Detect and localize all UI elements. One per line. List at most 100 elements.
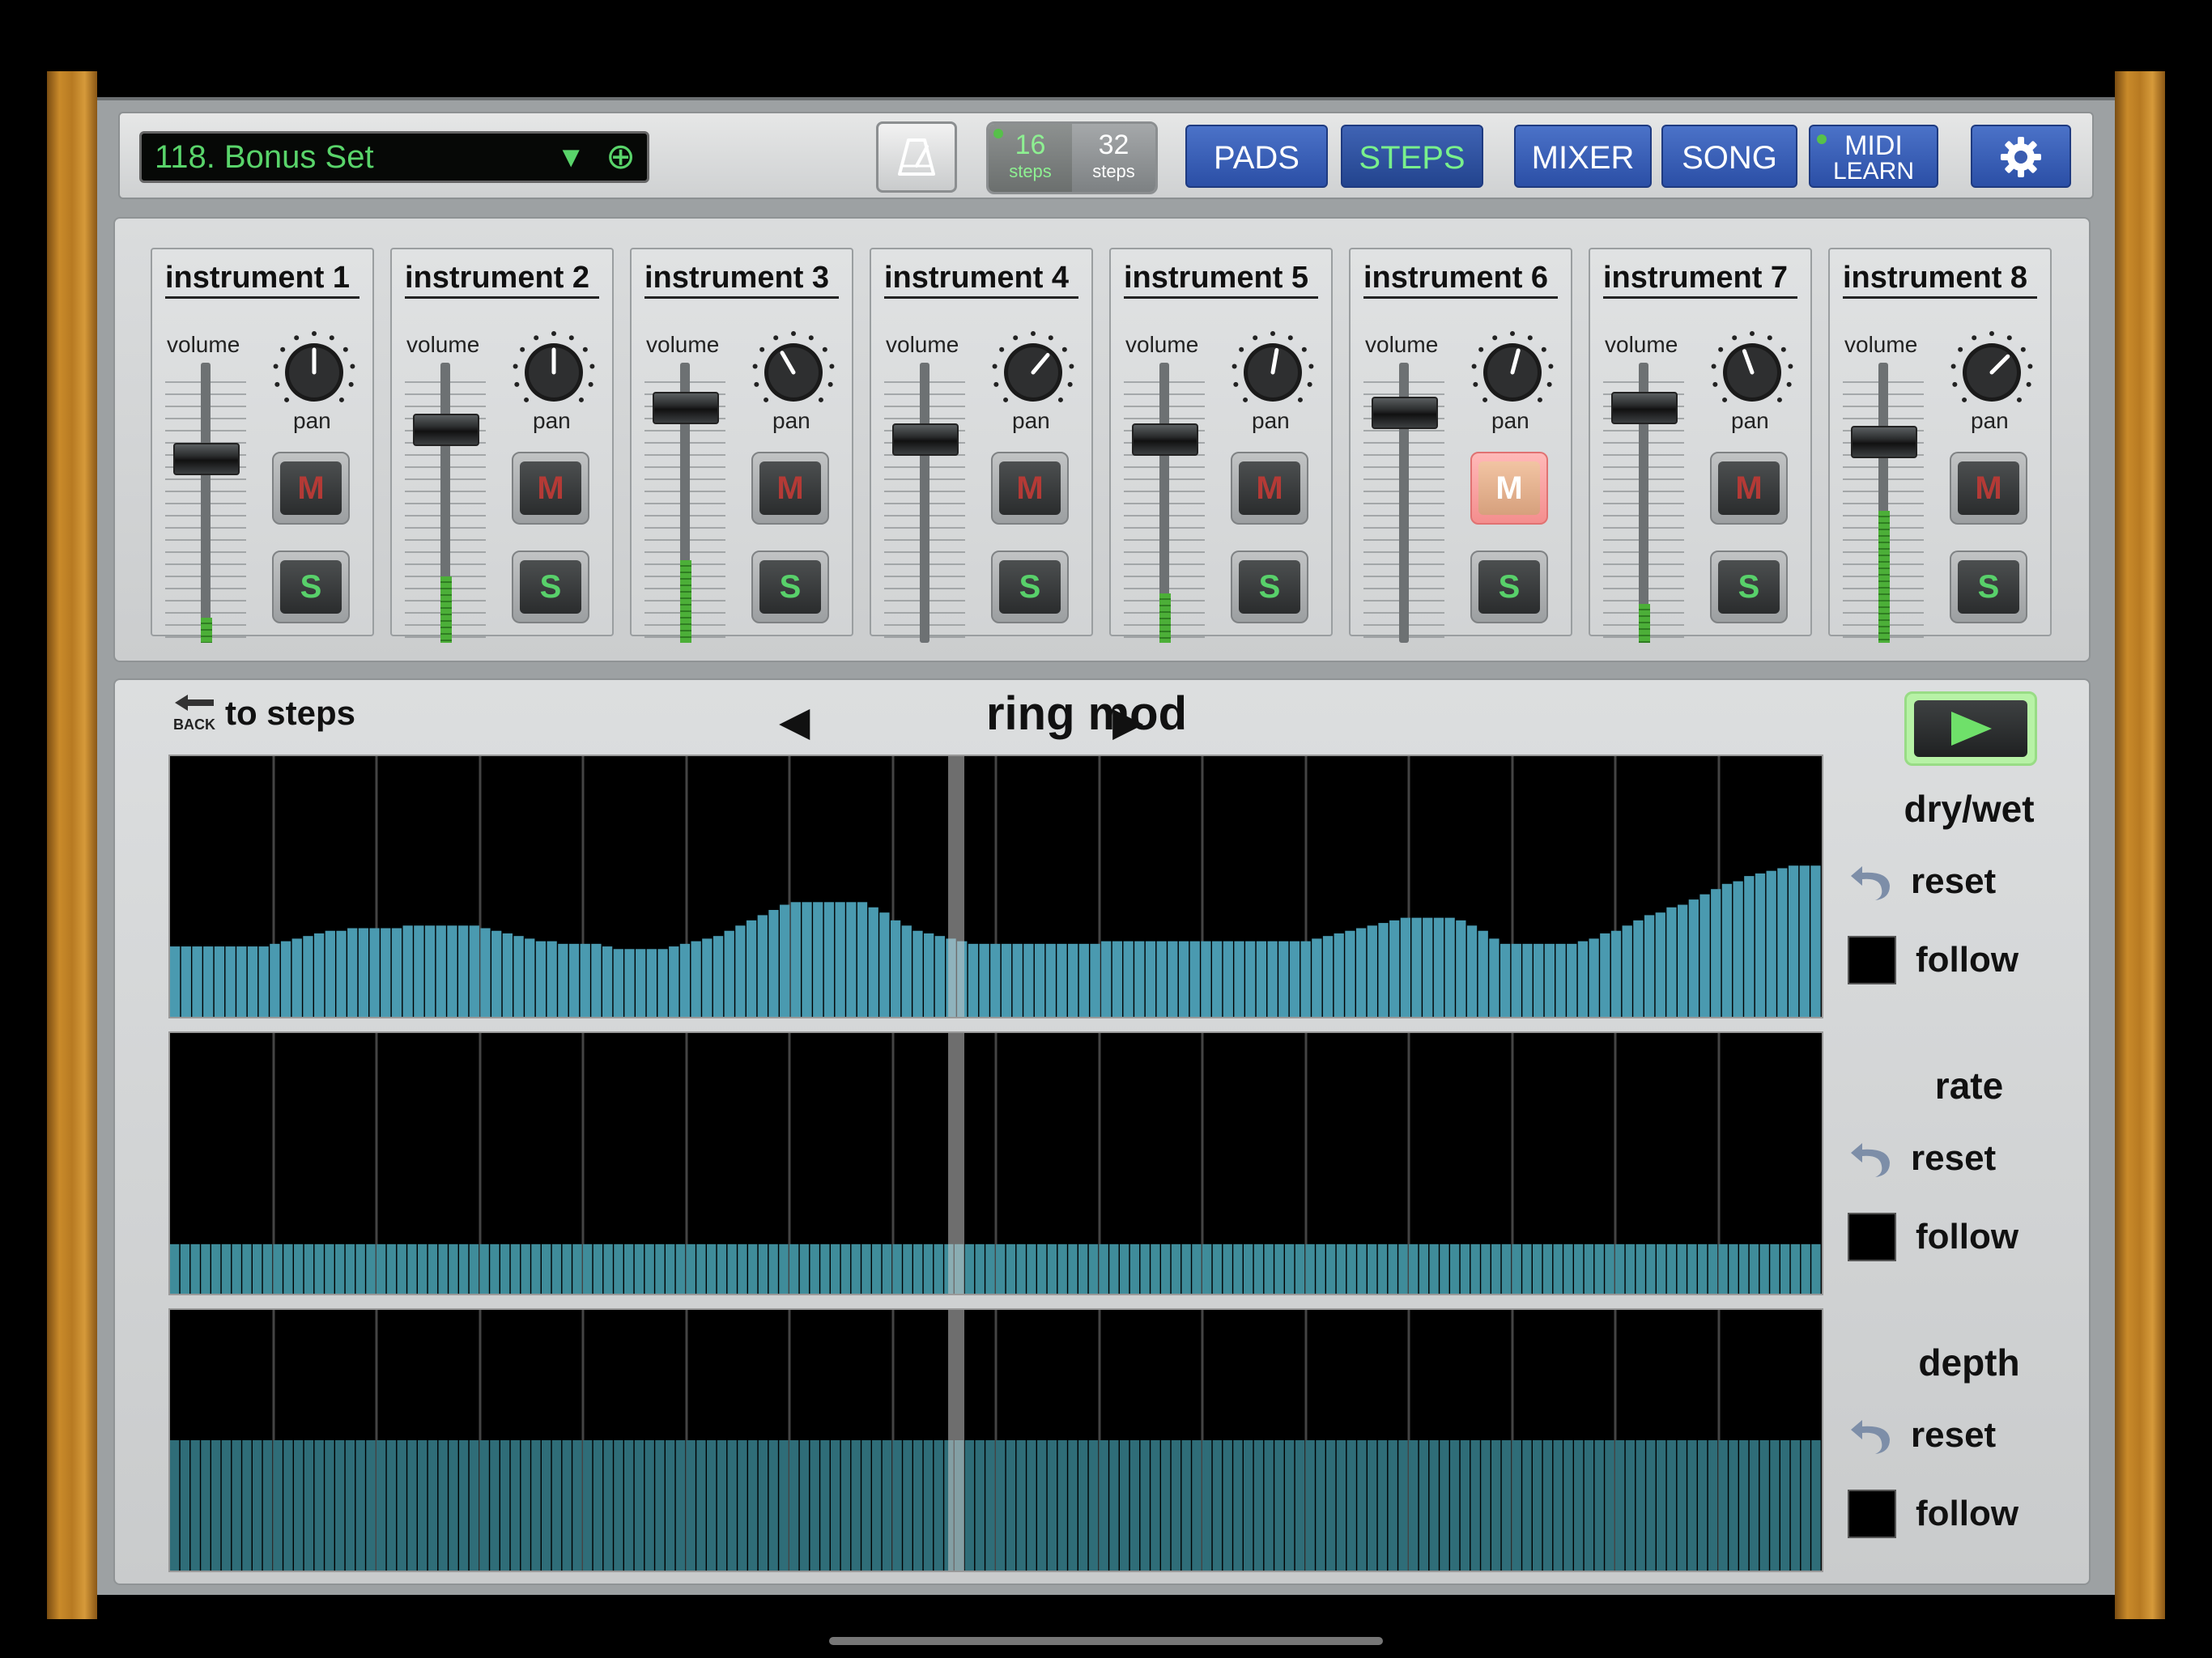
automation-bar [1419,1440,1429,1571]
mute-button[interactable]: M [991,452,1069,525]
solo-button[interactable]: S [1231,551,1308,623]
add-set-icon[interactable]: ⊕ [606,134,636,181]
reset-button[interactable]: reset [1848,1138,1996,1179]
level-meter [680,560,691,643]
steps-16-label: steps [1009,161,1052,181]
pan-knob[interactable] [750,327,837,414]
settings-button[interactable] [1971,125,2071,188]
song-button[interactable]: SONG [1661,125,1797,188]
automation-bar [768,1440,778,1571]
mute-button[interactable]: M [751,452,829,525]
solo-button[interactable]: S [512,551,589,623]
automation-bar [1699,894,1710,1017]
pan-knob[interactable] [1948,327,2035,414]
pan-knob[interactable] [1708,327,1796,414]
reset-button[interactable]: reset [1848,1415,1996,1456]
automation-bar [531,1244,541,1294]
automation-bar [964,1244,975,1294]
automation-bar [1223,1440,1232,1571]
undo-icon [1851,1143,1890,1177]
automation-bar [479,1244,489,1294]
mute-button[interactable]: M [1231,452,1308,525]
automation-bar [979,943,989,1017]
automation-bar [270,943,280,1017]
mute-button[interactable]: M [512,452,589,525]
pan-knob[interactable] [270,327,358,414]
automation-bar [242,1440,252,1571]
automation-bar [583,1440,593,1571]
automation-bar [1577,941,1589,1017]
follow-checkbox[interactable] [1848,1490,1896,1538]
steps-button[interactable]: STEPS [1341,125,1483,188]
wood-side-right [2115,71,2165,1619]
next-effect-button[interactable]: ▶ [1112,698,1143,745]
midi-learn-button[interactable]: MIDI LEARN [1809,125,1938,188]
instrument-name: instrument 3 [644,259,839,299]
pan-knob[interactable] [1469,327,1556,414]
automation-bar [975,1244,985,1294]
volume-fader-handle[interactable] [653,392,719,424]
pan-knob[interactable] [510,327,598,414]
solo-button[interactable]: S [1710,551,1788,623]
follow-checkbox[interactable] [1848,1213,1896,1261]
automation-bar [1316,1440,1325,1571]
metronome-button[interactable] [876,121,957,193]
follow-checkbox[interactable] [1848,936,1896,984]
automation-bar [414,925,424,1017]
pads-button[interactable]: PADS [1185,125,1328,188]
volume-fader-handle[interactable] [413,414,479,446]
volume-fader-handle[interactable] [1132,423,1198,456]
automation-bar [1766,870,1776,1017]
automation-bar [1171,1440,1181,1571]
automation-bar [669,946,679,1017]
mute-button[interactable]: M [1950,452,2027,525]
automation-bar [580,943,590,1017]
volume-fader-handle[interactable] [1851,426,1917,458]
follow-toggle[interactable]: follow [1848,1490,2018,1538]
volume-label: volume [1365,332,1439,357]
automation-bar [691,941,701,1017]
mute-button[interactable]: M [1470,452,1548,525]
solo-button[interactable]: S [272,551,350,623]
automation-bar [1633,920,1644,1017]
follow-toggle[interactable]: follow [1848,936,2018,984]
chevron-down-icon[interactable]: ▼ [556,134,585,181]
volume-fader-handle[interactable] [892,423,959,456]
instrument-strip: instrument 8 volume pan M S [1828,248,2052,643]
volume-fader-handle[interactable] [1372,397,1438,429]
automation-bar [355,1244,365,1294]
solo-button[interactable]: S [751,551,829,623]
pan-knob[interactable] [1229,327,1317,414]
mute-button[interactable]: M [272,452,350,525]
solo-button[interactable]: S [1470,551,1548,623]
mixer-button[interactable]: MIXER [1514,125,1652,188]
automation-bar [1012,943,1023,1017]
automation-bar [521,1440,530,1571]
automation-bar [890,920,901,1017]
reset-button[interactable]: reset [1848,861,1996,902]
solo-button[interactable]: S [991,551,1069,623]
pan-knob[interactable] [989,327,1077,414]
mute-button[interactable]: M [1710,452,1788,525]
volume-label: volume [886,332,959,357]
volume-fader-handle[interactable] [1611,392,1678,424]
steps-16-option[interactable]: 16 steps [989,124,1072,192]
automation-graph-rate[interactable] [168,1031,1823,1295]
play-button[interactable] [1904,691,2037,766]
solo-button[interactable]: S [1950,551,2027,623]
automation-bar [1326,1440,1336,1571]
automation-bar [1481,1440,1491,1571]
follow-toggle[interactable]: follow [1848,1213,2018,1261]
steps-32-option[interactable]: 32 steps [1072,124,1155,192]
set-selector[interactable]: 118. Bonus Set ▼ ⊕ [139,131,649,183]
automation-bar [707,1244,717,1294]
back-to-steps-button[interactable]: BACK to steps [173,693,355,733]
automation-bar [1285,1244,1295,1294]
pan-label: pan [293,408,331,433]
automation-bar [479,1440,489,1571]
automation-bar [459,1244,469,1294]
automation-bar [1253,1244,1264,1294]
automation-graph-dry-wet[interactable] [168,755,1823,1018]
volume-fader-handle[interactable] [173,443,240,475]
automation-graph-depth[interactable] [168,1308,1823,1572]
